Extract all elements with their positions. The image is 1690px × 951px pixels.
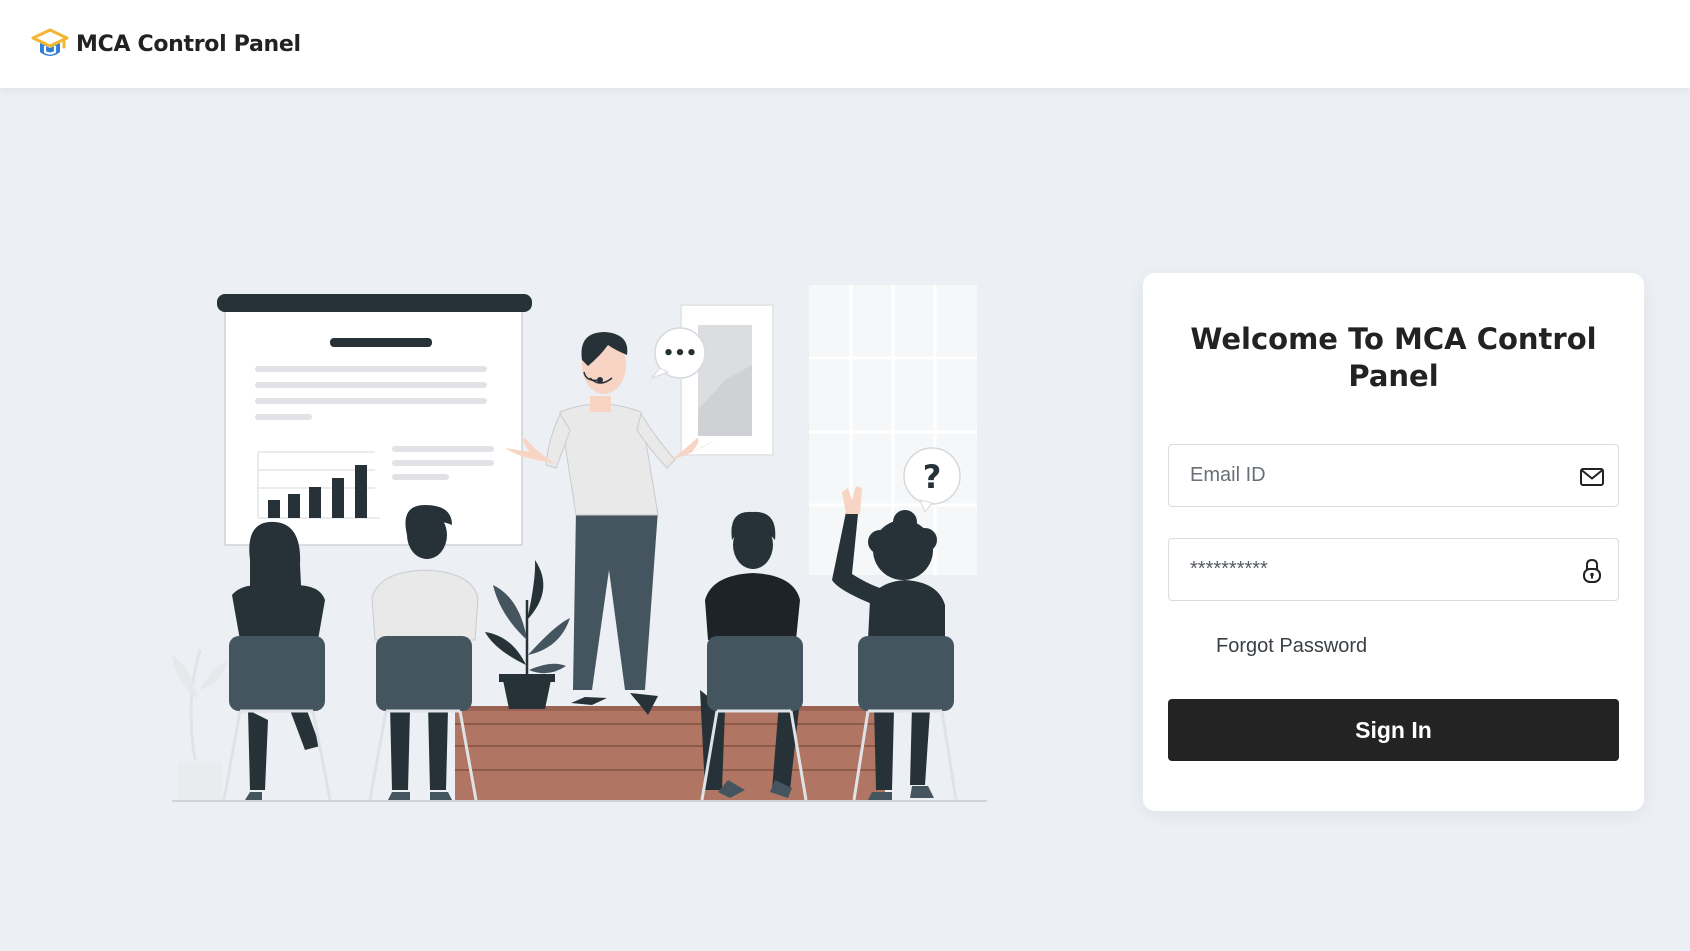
wall-picture [680,304,774,456]
projector-screen [217,294,532,546]
envelope-icon [1580,468,1604,486]
login-title: Welcome To MCA Control Panel [1190,322,1597,393]
password-input[interactable] [1169,539,1618,600]
forgot-password-link[interactable]: Forgot Password [1216,635,1367,658]
lock-icon [1583,558,1601,583]
audience-person-1 [222,521,332,801]
top-header: MCA Control Panel [0,0,1690,88]
login-card: Welcome To MCA Control Panel Forgot Pass… [1143,273,1644,811]
potted-plant [485,560,570,709]
stage [455,706,885,801]
brand[interactable]: MCA Control Panel [30,26,301,62]
email-input[interactable] [1169,445,1618,506]
presentation-illustration: ••• ? [172,285,987,802]
email-field-wrapper [1168,444,1619,507]
password-field-wrapper [1168,538,1619,601]
background-plant [172,649,228,801]
brand-name: MCA Control Panel [76,31,301,57]
speech-bubble: ••• [650,327,706,380]
speech-bubble-dots: ••• [663,343,698,364]
graduation-cap-icon [31,28,69,56]
question-mark: ? [923,458,942,496]
sign-in-button[interactable]: Sign In [1168,699,1619,761]
